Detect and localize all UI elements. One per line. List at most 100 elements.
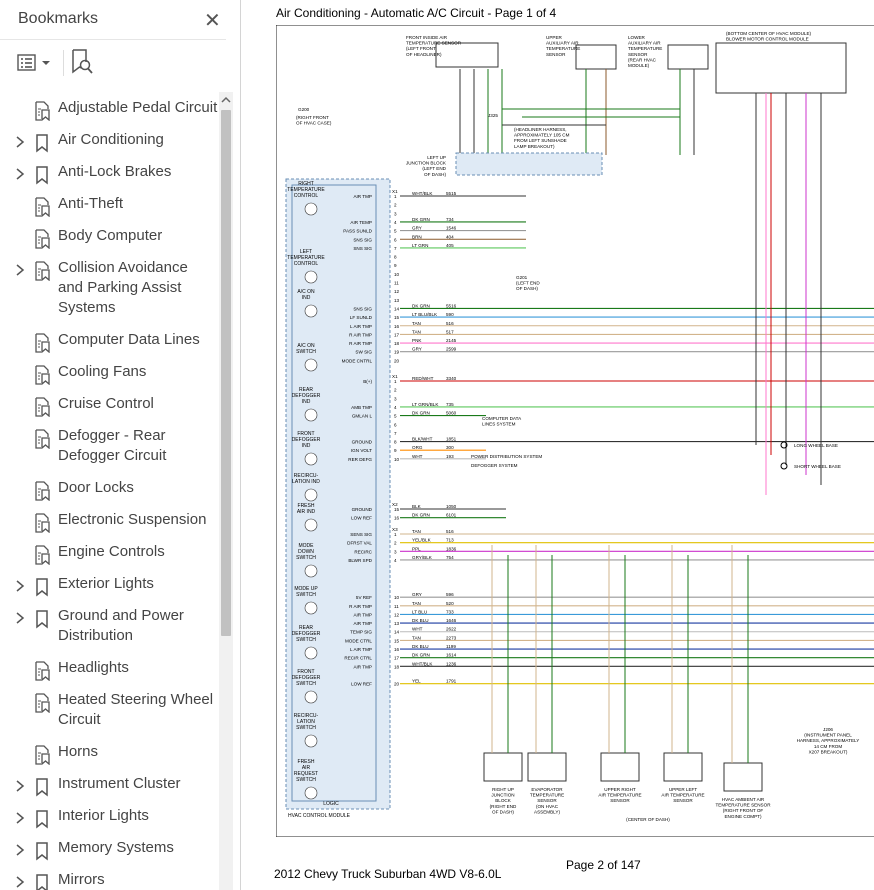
bookmark-label: Headlights — [58, 659, 129, 676]
pin-number: 18 — [394, 341, 400, 346]
bookmark-item[interactable]: Engine Controls — [0, 542, 220, 568]
pin-number: 19 — [394, 350, 400, 355]
bookmarks-header: Bookmarks ✕ — [0, 0, 226, 40]
pin-number: 16 — [394, 324, 400, 329]
find-bookmark-icon[interactable] — [70, 48, 94, 76]
bookmark-item[interactable]: Cooling Fans — [0, 362, 220, 388]
bookmark-label: Exterior Lights — [58, 575, 154, 592]
wire-color-label: GRY/BLK — [412, 555, 433, 560]
pin-number: 4 — [394, 220, 397, 225]
pin-number: 6 — [394, 422, 397, 427]
close-icon[interactable]: ✕ — [204, 8, 221, 33]
inside-air-sensor — [435, 42, 499, 68]
component-symbol — [304, 304, 318, 318]
chevron-right-icon[interactable] — [14, 135, 26, 149]
wire-color-label: DK BLU — [412, 644, 429, 649]
component-label: FRESH AIR REQUEST SWITCH — [294, 759, 318, 783]
bookmarks-panel: Bookmarks ✕ Adjustable Pedal Circuit Air … — [0, 0, 241, 890]
chevron-right-icon[interactable] — [14, 263, 26, 277]
chevron-right-icon[interactable] — [14, 811, 26, 825]
chevron-right-icon[interactable] — [14, 843, 26, 857]
bookmark-scroll-thumb[interactable] — [221, 110, 231, 636]
footer-page-number: Page 2 of 147 — [566, 858, 641, 872]
page-bookmark-icon — [35, 197, 50, 217]
component-symbol — [304, 734, 318, 748]
component-symbol — [304, 564, 318, 578]
chevron-right-icon[interactable] — [14, 875, 26, 889]
wire-color-label: DK GRN — [412, 217, 430, 222]
bookmark-item[interactable]: Collision Avoidance and Parking Assist S… — [0, 258, 220, 324]
pin-number: 13 — [394, 298, 400, 303]
bookmark-label: Anti-Lock Brakes — [58, 163, 172, 180]
bookmark-item[interactable]: Heated Steering Wheel Circuit — [0, 690, 220, 736]
component-label: RECIRCU-LATION SWITCH — [294, 713, 319, 731]
pin-number: 9 — [394, 448, 397, 453]
bookmark-item[interactable]: Air Conditioning — [0, 130, 220, 156]
bookmark-item[interactable]: Cruise Control — [0, 394, 220, 420]
bookmark-item[interactable]: Horns — [0, 742, 220, 768]
component-label: RECIRCU-LATION IND — [292, 473, 320, 485]
bookmark-item[interactable]: Computer Data Lines — [0, 330, 220, 356]
circuit-number: 520 — [446, 601, 454, 606]
connector-id: X1 — [392, 189, 398, 194]
component-symbol — [304, 601, 318, 615]
panel-splitter[interactable] — [241, 0, 494, 890]
scroll-up-icon[interactable] — [221, 95, 231, 105]
bookmark-item[interactable]: Body Computer — [0, 226, 220, 252]
page-bookmark-icon — [35, 693, 50, 713]
lower-aux-sensor — [667, 44, 709, 70]
bookmark-item[interactable]: Door Locks — [0, 478, 220, 504]
bookmark-item[interactable]: Interior Lights — [0, 806, 220, 832]
blower-motor-module — [715, 42, 847, 94]
pin-number: 15 — [394, 507, 400, 512]
bookmark-item[interactable]: Adjustable Pedal Circuit — [0, 98, 220, 124]
circuit-number: 1836 — [446, 546, 457, 551]
chevron-right-icon[interactable] — [14, 611, 26, 625]
component-symbol — [304, 202, 318, 216]
bookmark-item[interactable]: Exterior Lights — [0, 574, 220, 600]
connector-id: X1 — [392, 374, 398, 379]
pin-number: 1 — [394, 532, 397, 537]
chevron-right-icon[interactable] — [14, 579, 26, 593]
pin-number: 16 — [394, 516, 400, 521]
bookmark-item[interactable]: Electronic Suspension — [0, 510, 220, 536]
bookmark-label: Defogger - Rear Defogger Circuit — [58, 427, 167, 464]
wire-color-label: WHT — [412, 454, 423, 459]
wire-color-label: BLK — [412, 504, 422, 509]
circuit-number: 596 — [446, 592, 454, 597]
page-bookmark-icon — [35, 261, 50, 281]
wire-color-label: TAN — [412, 529, 421, 534]
bookmark-item[interactable]: Defogger - Rear Defogger Circuit — [0, 426, 220, 472]
page-bookmark-icon — [35, 429, 50, 449]
wire-color-label: YEL/BLK — [412, 538, 432, 543]
bookmark-label: Anti-Theft — [58, 195, 124, 212]
circuit-number: 193 — [446, 454, 454, 459]
bookmark-item[interactable]: Headlights — [0, 658, 220, 684]
bookmark-label: Memory Systems — [58, 839, 174, 856]
bookmark-label: Computer Data Lines — [58, 331, 200, 348]
bottom-sensor — [600, 752, 640, 782]
wire-color-label: PNK — [412, 338, 422, 343]
circuit-number: 735 — [446, 402, 454, 407]
list-options-icon[interactable] — [16, 52, 56, 74]
pin-signal: AMB TMP — [351, 405, 372, 410]
bookmark-item[interactable]: Anti-Theft — [0, 194, 220, 220]
bookmark-item[interactable]: Anti-Lock Brakes — [0, 162, 220, 188]
ribbon-bookmark-icon — [36, 810, 48, 829]
bookmark-item[interactable]: Ground and Power Distribution — [0, 606, 220, 652]
page-bookmark-icon — [35, 545, 50, 565]
bookmark-item[interactable]: Mirrors — [0, 870, 220, 890]
pin-signal: SW SIG — [355, 350, 372, 355]
chevron-right-icon[interactable] — [14, 779, 26, 793]
page-bookmark-icon — [35, 365, 50, 385]
note: LONG WHEEL BASE — [794, 443, 838, 448]
circuit-number: 5060 — [446, 411, 457, 416]
bookmarks-toolbar — [0, 40, 240, 84]
pin-number: 6 — [394, 237, 397, 242]
component-symbol — [304, 786, 318, 800]
chevron-right-icon[interactable] — [14, 167, 26, 181]
pin-number: 14 — [394, 306, 400, 311]
bookmark-item[interactable]: Memory Systems — [0, 838, 220, 864]
bookmark-item[interactable]: Instrument Cluster — [0, 774, 220, 800]
component-label: FRESH AIR IND — [297, 503, 316, 515]
